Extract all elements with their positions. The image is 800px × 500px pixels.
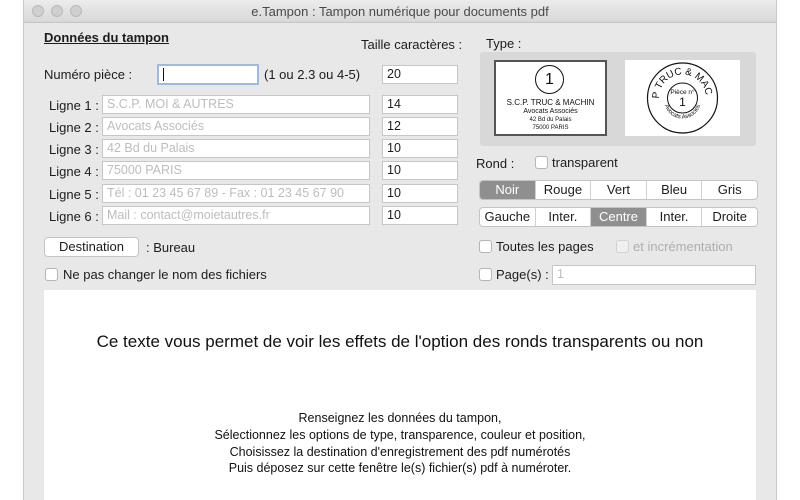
stamp-rect-line-3: 42 Bd du Palais [529, 117, 572, 123]
line-3-label: Ligne 3 : [49, 142, 99, 157]
line-4-input[interactable]: 75000 PARIS [102, 161, 370, 180]
line-2-size-input[interactable]: 12 [382, 117, 458, 136]
line-6-size-input[interactable]: 10 [382, 206, 458, 225]
line-5-input[interactable]: Tél : 01 23 45 67 89 - Fax : 01 23 45 67… [102, 184, 370, 203]
line-1-size-input[interactable]: 14 [382, 95, 458, 114]
round-stamp-graphic: SCP TRUC & MACHIN Avocats Associés Pièce… [621, 52, 719, 134]
line-6-label: Ligne 6 : [49, 209, 99, 224]
color-option-bleu[interactable]: Bleu [647, 181, 703, 199]
position-segmented-control: Gauche Inter. Centre Inter. Droite [479, 207, 758, 227]
color-option-noir[interactable]: Noir [480, 181, 536, 199]
type-label: Type : [486, 36, 522, 51]
app-window: e.Tampon : Tampon numérique pour documen… [24, 0, 776, 500]
position-option-inter-right[interactable]: Inter. [647, 208, 703, 226]
pages-label: Page(s) : [496, 267, 549, 282]
stamp-rect-number: 1 [535, 65, 564, 94]
line-4-size-input[interactable]: 10 [382, 161, 458, 180]
piece-number-label: Numéro pièce : [44, 67, 133, 82]
instruction-line-4: Puis déposez sur cette fenêtre le(s) fic… [228, 461, 572, 475]
round-label: Rond : [476, 156, 515, 171]
line-2-label: Ligne 2 : [49, 120, 99, 135]
all-pages-label: Toutes les pages [496, 239, 594, 254]
transparent-checkbox[interactable] [535, 156, 548, 169]
stamp-rect-line-1: S.C.P. TRUC & MACHIN [506, 98, 595, 107]
line-3-input[interactable]: 42 Bd du Palais [102, 139, 370, 158]
position-option-droite[interactable]: Droite [702, 208, 757, 226]
piece-number-hint: (1 ou 2.3 ou 4-5) [264, 67, 361, 82]
position-option-centre[interactable]: Centre [591, 208, 647, 226]
stamp-rect-line-4: 75000 PARIS [532, 125, 569, 131]
line-1-input[interactable]: S.C.P. MOI & AUTRES [102, 95, 370, 114]
piece-font-size-input[interactable]: 20 [382, 65, 458, 84]
text-cursor [163, 68, 164, 82]
stamp-type-rectangle[interactable]: 1 S.C.P. TRUC & MACHIN Avocats Associés … [494, 60, 607, 136]
color-option-rouge[interactable]: Rouge [536, 181, 592, 199]
window-title: e.Tampon : Tampon numérique pour documen… [251, 4, 549, 19]
increment-checkbox[interactable] [616, 240, 629, 253]
line-2-input[interactable]: Avocats Associés [102, 117, 370, 136]
keep-filenames-checkbox[interactable] [45, 268, 58, 281]
color-segmented-control: Noir Rouge Vert Bleu Gris [479, 180, 758, 200]
all-pages-checkbox[interactable] [479, 240, 492, 253]
line-5-label: Ligne 5 : [49, 187, 99, 202]
line-4-label: Ligne 4 : [49, 164, 99, 179]
piece-number-input[interactable] [157, 64, 259, 85]
stamp-round-number: 1 [679, 95, 686, 109]
instruction-line-3: Choisissez la destination d'enregistreme… [229, 445, 571, 459]
color-option-vert[interactable]: Vert [591, 181, 647, 199]
preview-headline: Ce texte vous permet de voir les effets … [96, 332, 704, 351]
destination-button[interactable]: Destination [44, 237, 139, 257]
line-5-size-input[interactable]: 10 [382, 184, 458, 203]
pages-input[interactable]: 1 [552, 265, 756, 285]
line-6-input[interactable]: Mail : contact@moietautres.fr [102, 206, 370, 225]
instruction-line-2: Sélectionnez les options de type, transp… [214, 428, 586, 442]
pages-checkbox[interactable] [479, 268, 492, 281]
color-option-gris[interactable]: Gris [702, 181, 757, 199]
preview-drop-area[interactable]: Ce texte vous permet de voir les effets … [44, 290, 756, 500]
stamp-rect-line-2: Avocats Associés [523, 108, 578, 115]
transparent-label: transparent [552, 155, 618, 170]
line-1-label: Ligne 1 : [49, 98, 99, 113]
font-size-header: Taille caractères : [361, 37, 463, 52]
title-bar: e.Tampon : Tampon numérique pour documen… [24, 0, 776, 23]
instruction-line-1: Renseignez les données du tampon, [298, 411, 502, 425]
stamp-type-round[interactable]: SCP TRUC & MACHIN Avocats Associés Pièce… [621, 52, 740, 136]
position-option-gauche[interactable]: Gauche [480, 208, 536, 226]
section-title: Données du tampon [44, 30, 169, 45]
line-3-size-input[interactable]: 10 [382, 139, 458, 158]
keep-filenames-label: Ne pas changer le nom des fichiers [63, 267, 267, 282]
position-option-inter-left[interactable]: Inter. [536, 208, 592, 226]
destination-value: : Bureau [146, 240, 196, 255]
increment-label: et incrémentation [633, 239, 733, 254]
